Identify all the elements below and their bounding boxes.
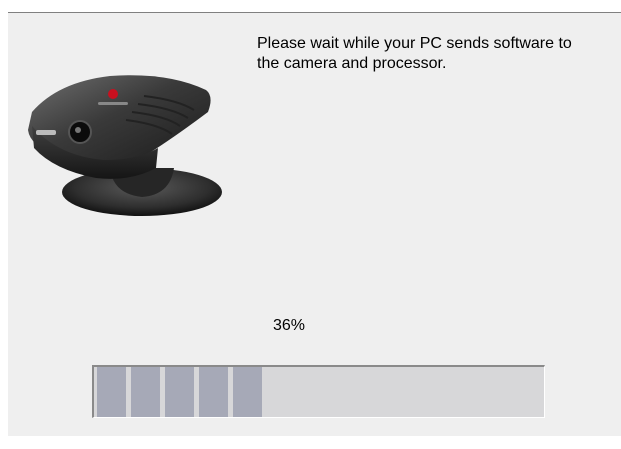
camera-icon — [28, 75, 222, 216]
progress-block — [97, 367, 126, 417]
progress-bar — [92, 365, 545, 418]
progress-fill — [94, 367, 262, 417]
progress-block — [165, 367, 194, 417]
status-message: Please wait while your PC sends software… — [257, 35, 572, 72]
progress-block — [233, 367, 262, 417]
upload-dialog: Please wait while your PC sends software… — [0, 0, 621, 449]
progress-block — [131, 367, 160, 417]
progress-percent: 36% — [273, 317, 306, 334]
progress-block — [199, 367, 228, 417]
